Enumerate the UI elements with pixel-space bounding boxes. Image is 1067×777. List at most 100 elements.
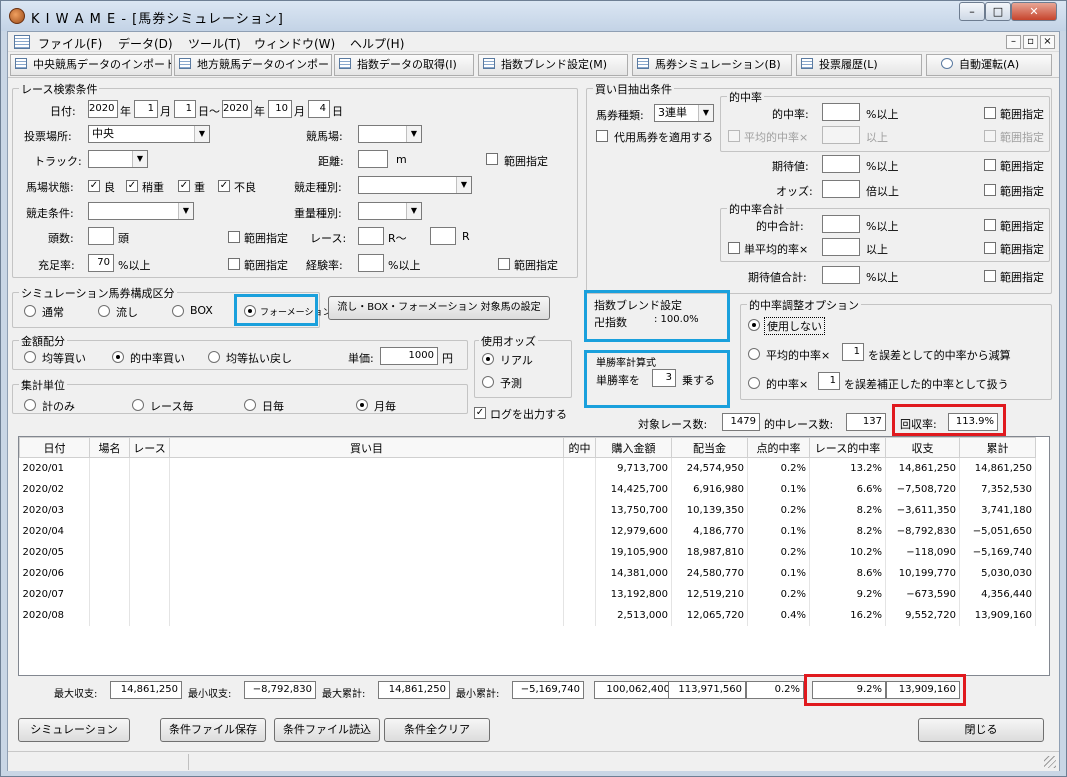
sum-hit-range-checkbox[interactable]	[984, 219, 996, 231]
column-header[interactable]: 買い目	[169, 437, 564, 458]
avg-hit-input[interactable]	[822, 126, 860, 144]
minimize-button[interactable]: –	[959, 2, 985, 21]
to-year-input[interactable]: 2020	[222, 100, 252, 118]
log-output-checkbox[interactable]: ✓	[474, 407, 486, 419]
weight-select[interactable]: ▼	[358, 202, 422, 220]
hit-range-checkbox[interactable]	[984, 107, 996, 119]
agg-month-radio[interactable]	[356, 399, 368, 411]
import-central-button[interactable]: 中央競馬データのインポート(J)	[10, 54, 172, 76]
cond-bad-checkbox[interactable]: ✓	[218, 180, 230, 192]
column-header[interactable]: レース的中率	[809, 437, 886, 458]
odds-value-input[interactable]	[822, 180, 860, 198]
cond-slightly-heavy-checkbox[interactable]: ✓	[126, 180, 138, 192]
load-conditions-button[interactable]: 条件ファイル読込	[274, 718, 380, 742]
from-day-input[interactable]: 1	[174, 100, 196, 118]
mdi-minimize-button[interactable]: –	[1006, 35, 1021, 49]
race-cond-select[interactable]: ▼	[88, 202, 194, 220]
menu-help[interactable]: ヘルプ(H)	[350, 35, 404, 52]
close-button[interactable]: 閉じる	[918, 718, 1044, 742]
column-header[interactable]: 累計	[959, 437, 1036, 458]
run-simulation-button[interactable]: シミュレーション	[18, 718, 130, 742]
close-window-button[interactable]: ✕	[1011, 2, 1057, 21]
mdi-close-button[interactable]: ×	[1040, 35, 1055, 49]
agg-total-radio[interactable]	[24, 399, 36, 411]
maximize-button[interactable]: □	[985, 2, 1011, 21]
to-month-input[interactable]: 10	[268, 100, 292, 118]
agg-day-radio[interactable]	[244, 399, 256, 411]
sum-exp-range-checkbox[interactable]	[984, 270, 996, 282]
race-from-input[interactable]	[358, 227, 384, 245]
heads-range-checkbox[interactable]	[228, 231, 240, 243]
sum-exp-input[interactable]	[822, 266, 860, 284]
menu-data[interactable]: データ(D)	[118, 35, 173, 52]
sum-avg-input[interactable]	[822, 238, 860, 256]
simulation-button[interactable]: 馬券シミュレーション(B)	[632, 54, 792, 76]
distance-input[interactable]	[358, 150, 388, 168]
table-row[interactable]: 2020/08 2,513,000 12,065,720 0.4% 16.2% 9,552…	[19, 604, 1036, 626]
cond-heavy-checkbox[interactable]: ✓	[178, 180, 190, 192]
to-day-input[interactable]: 4	[308, 100, 330, 118]
column-header[interactable]: 収支	[885, 437, 960, 458]
table-row[interactable]: 2020/06 14,381,000 24,580,770 0.1% 8.6% 10,19…	[19, 562, 1036, 584]
agg-race-radio[interactable]	[132, 399, 144, 411]
table-row[interactable]: 2020/04 12,979,600 4,186,770 0.1% 8.2% −8,792…	[19, 520, 1036, 542]
exp-range-checkbox[interactable]	[984, 159, 996, 171]
hit-input[interactable]	[822, 103, 860, 121]
from-year-input[interactable]: 2020	[88, 100, 118, 118]
column-header[interactable]: 日付	[19, 437, 90, 458]
heads-input[interactable]	[88, 227, 114, 245]
sum-avg-checkbox[interactable]	[728, 242, 740, 254]
distance-range-checkbox[interactable]	[486, 153, 498, 165]
from-month-input[interactable]: 1	[134, 100, 158, 118]
substitute-checkbox[interactable]	[596, 130, 608, 142]
cond-good-checkbox[interactable]: ✓	[88, 180, 100, 192]
exp-value-input[interactable]	[822, 155, 860, 173]
adjust-avg-radio[interactable]	[748, 348, 760, 360]
column-header[interactable]: レース	[129, 437, 170, 458]
bet-kind-select[interactable]: 3連単 ▼	[654, 104, 714, 122]
table-row[interactable]: 2020/03 13,750,700 10,139,350 0.2% 8.2% −3,61…	[19, 499, 1036, 521]
index-blend-button[interactable]: 指数ブレンド設定(M)	[478, 54, 628, 76]
menu-window[interactable]: ウィンドウ(W)	[254, 35, 335, 52]
unit-price-input[interactable]: 1000	[380, 347, 438, 365]
sum-avg-range-checkbox[interactable]	[984, 242, 996, 254]
adjust-avg-input[interactable]: 1	[842, 343, 864, 361]
history-button[interactable]: 投票履歴(L)	[796, 54, 922, 76]
track-place-select[interactable]: ▼	[358, 125, 422, 143]
money-equal-radio[interactable]	[24, 351, 36, 363]
auto-run-button[interactable]: 自動運転(A)	[926, 54, 1052, 76]
column-header[interactable]: 点的中率	[747, 437, 810, 458]
column-header[interactable]: 場名	[89, 437, 130, 458]
sum-hit-input[interactable]	[822, 215, 860, 233]
comp-box-radio[interactable]	[172, 305, 184, 317]
column-header[interactable]: 購入金額	[595, 437, 672, 458]
menu-tools[interactable]: ツール(T)	[188, 35, 241, 52]
mdi-restore-button[interactable]: ▫	[1023, 35, 1038, 49]
odds-real-radio[interactable]	[482, 353, 494, 365]
avg-hit-checkbox[interactable]	[728, 130, 740, 142]
column-header[interactable]: 的中	[563, 437, 596, 458]
table-row[interactable]: 2020/05 19,105,900 18,987,810 0.2% 10.2% −118…	[19, 541, 1036, 563]
clear-conditions-button[interactable]: 条件全クリア	[384, 718, 490, 742]
money-payout-radio[interactable]	[208, 351, 220, 363]
exp-range-checkbox[interactable]	[498, 258, 510, 270]
race-to-input[interactable]	[430, 227, 456, 245]
table-row[interactable]: 2020/01 9,713,700 24,574,950 0.2% 13.2% 14,86…	[19, 457, 1036, 479]
race-type-select[interactable]: ▼	[358, 176, 472, 194]
adjust-hit-radio[interactable]	[748, 377, 760, 389]
track-select[interactable]: ▼	[88, 150, 148, 168]
fetch-index-button[interactable]: 指数データの取得(I)	[334, 54, 474, 76]
comp-normal-radio[interactable]	[24, 305, 36, 317]
avg-hit-range-checkbox[interactable]	[984, 130, 996, 142]
formula-power-input[interactable]: 3	[652, 369, 676, 387]
import-local-button[interactable]: 地方競馬データのインポート(N)	[174, 54, 332, 76]
table-row[interactable]: 2020/02 14,425,700 6,916,980 0.1% 6.6% −7,508…	[19, 478, 1036, 500]
adjust-none-radio[interactable]	[748, 319, 760, 331]
save-conditions-button[interactable]: 条件ファイル保存	[160, 718, 266, 742]
table-row[interactable]: 2020/07 13,192,800 12,519,210 0.2% 9.2% −673,…	[19, 583, 1036, 605]
exp-input[interactable]	[358, 254, 384, 272]
fill-input[interactable]: 70	[88, 254, 114, 272]
result-table[interactable]: 日付 場名 レース 買い目 的中 購入金額 配当金 点的中率 レース的中率 収支 累計 2020/0…	[18, 436, 1050, 676]
venue-select[interactable]: 中央 ▼	[88, 125, 210, 143]
money-hitrate-radio[interactable]	[112, 351, 124, 363]
